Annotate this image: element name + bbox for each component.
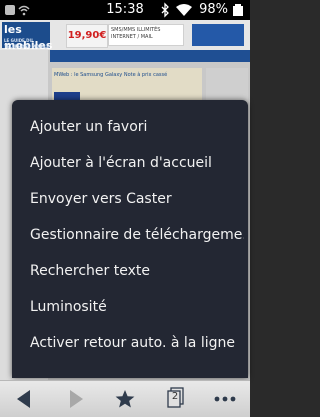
forward-button[interactable] — [50, 381, 100, 417]
wifi-notification-icon — [18, 5, 30, 16]
tabs-button[interactable]: 2 — [150, 381, 200, 417]
menu-item-find-text[interactable]: Rechercher texte — [30, 254, 244, 288]
back-icon — [17, 390, 30, 408]
back-button[interactable] — [0, 381, 50, 417]
favorites-button[interactable] — [100, 381, 150, 417]
bluetooth-icon — [161, 2, 169, 18]
status-bar: 15:38 98% — [0, 0, 250, 20]
battery-icon — [233, 4, 243, 16]
clock: 15:38 — [106, 2, 144, 17]
menu-item-add-to-home-screen[interactable]: Ajouter à l'écran d'accueil — [30, 146, 244, 180]
more-options-button[interactable] — [200, 381, 250, 417]
ad-price[interactable]: 19,90€ — [66, 24, 108, 48]
notification-icon — [5, 5, 15, 15]
ad-banner[interactable] — [192, 24, 244, 46]
forward-icon — [70, 390, 83, 408]
menu-item-text-wrap[interactable]: Activer retour auto. à la ligne — [30, 326, 244, 360]
site-logo-tagline: LE GUIDE DU TELEPHONE MOBILE — [4, 38, 50, 49]
bottom-toolbar: 2 — [0, 380, 250, 417]
article-title[interactable]: MWeb : le Samsung Galaxy Note à prix cas… — [54, 72, 167, 78]
favorites-star-icon — [115, 390, 135, 408]
more-options-icon — [214, 396, 236, 402]
menu-item-add-bookmark[interactable]: Ajouter un favori — [30, 110, 244, 144]
menu-item-send-to-caster[interactable]: Envoyer vers Caster — [30, 182, 244, 216]
site-nav-bar[interactable] — [50, 50, 250, 62]
menu-item-download-manager[interactable]: Gestionnaire de téléchargeme... — [30, 218, 244, 252]
ad-text[interactable]: SMS/MMS ILLIMITÉS INTERNET / MAIL — [108, 24, 184, 46]
site-logo[interactable]: les mobiles LE GUIDE DU TELEPHONE MOBILE — [2, 22, 52, 52]
wifi-icon — [176, 4, 192, 16]
tab-count: 2 — [171, 391, 179, 402]
battery-percentage: 98% — [199, 2, 228, 17]
options-menu: Ajouter un favori Ajouter à l'écran d'ac… — [12, 100, 248, 378]
menu-item-brightness[interactable]: Luminosité — [30, 290, 244, 324]
